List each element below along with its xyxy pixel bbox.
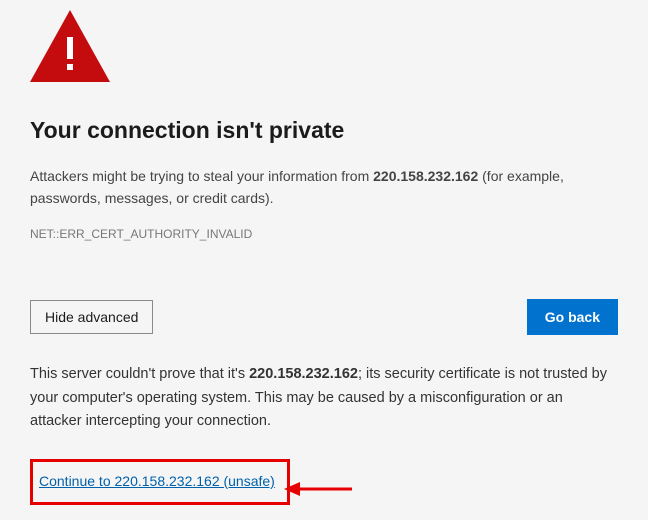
warning-host: 220.158.232.162 (373, 168, 478, 184)
go-back-button[interactable]: Go back (527, 299, 618, 335)
warning-prefix: Attackers might be trying to steal your … (30, 168, 373, 184)
warning-paragraph: Attackers might be trying to steal your … (30, 166, 618, 209)
proceed-highlight-box: Continue to 220.158.232.162 (unsafe) (30, 459, 290, 505)
page-title: Your connection isn't private (30, 117, 618, 144)
button-row: Hide advanced Go back (30, 299, 618, 335)
continue-unsafe-link[interactable]: Continue to 220.158.232.162 (unsafe) (39, 473, 275, 489)
detail-paragraph: This server couldn't prove that it's 220… (30, 363, 618, 433)
detail-host: 220.158.232.162 (249, 366, 358, 382)
detail-prefix: This server couldn't prove that it's (30, 366, 249, 382)
error-code: NET::ERR_CERT_AUTHORITY_INVALID (30, 227, 618, 241)
warning-triangle-icon (30, 10, 618, 87)
hide-advanced-button[interactable]: Hide advanced (30, 300, 153, 334)
